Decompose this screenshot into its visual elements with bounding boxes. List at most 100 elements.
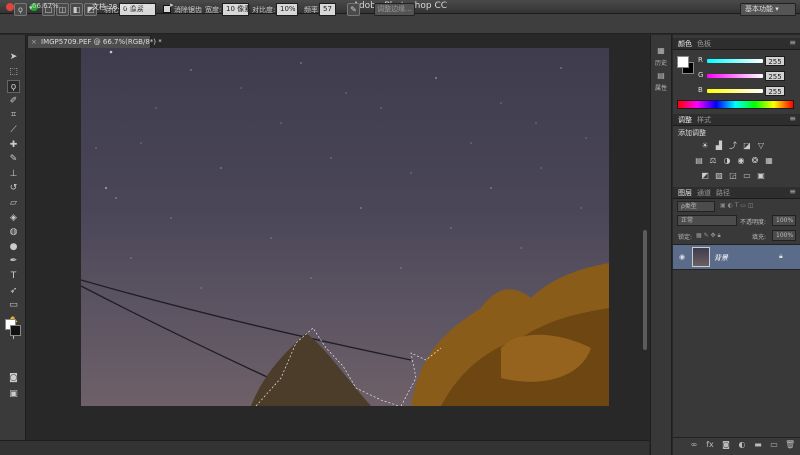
history-icon[interactable]: ▦: [655, 45, 667, 57]
red-channel-input[interactable]: 255: [765, 56, 785, 66]
layer-thumbnail: [692, 247, 710, 267]
link-layers-icon[interactable]: ∞: [689, 440, 699, 450]
layer-lock-icon: 🔒︎: [779, 252, 783, 260]
panel-menu-icon[interactable]: ≡: [789, 114, 796, 123]
photo-filter-icon[interactable]: ◉: [736, 156, 746, 166]
lasso-tool-icon[interactable]: ϙ: [7, 80, 20, 93]
photo-canvas[interactable]: [81, 48, 609, 406]
curves-icon[interactable]: ⤴: [728, 141, 738, 151]
selective-color-icon[interactable]: ▣: [756, 171, 766, 181]
document-tab[interactable]: × IMGP5709.PEF @ 66.7%(RGB/8*) *: [27, 35, 162, 48]
contrast-label: 对比度:: [252, 6, 276, 14]
color-lookup-icon[interactable]: ▦: [764, 156, 774, 166]
frequency-input[interactable]: 57: [319, 3, 336, 16]
color-balance-icon[interactable]: ⚖: [708, 156, 718, 166]
opacity-label: 不透明度:: [740, 219, 767, 226]
black-white-icon[interactable]: ◑: [722, 156, 732, 166]
new-layer-icon[interactable]: ▭: [769, 440, 779, 450]
fill-input[interactable]: 100%: [772, 230, 796, 241]
red-channel-slider[interactable]: [707, 59, 763, 63]
rectangle-tool-icon[interactable]: ▭: [7, 299, 20, 312]
subtract-selection-icon[interactable]: ◧: [70, 3, 83, 16]
panel-menu-icon[interactable]: ≡: [789, 187, 796, 196]
foreground-swatch[interactable]: [677, 56, 689, 68]
blue-channel-input[interactable]: 255: [765, 86, 785, 96]
width-input[interactable]: 10 像素: [222, 3, 251, 16]
contrast-input[interactable]: 10%: [276, 3, 298, 16]
crop-tool-icon[interactable]: ⌗: [7, 109, 20, 122]
channel-mixer-icon[interactable]: ❂: [750, 156, 760, 166]
dodge-tool-icon[interactable]: ●: [7, 241, 20, 254]
close-icon[interactable]: ×: [31, 36, 37, 48]
eyedropper-tool-icon[interactable]: ⟋: [7, 124, 20, 137]
layer-mask-icon[interactable]: ◙: [721, 440, 731, 450]
screen-mode-icon[interactable]: ▣: [7, 388, 20, 401]
tree-foliage: [251, 263, 609, 406]
exposure-icon[interactable]: ◪: [742, 141, 752, 151]
background-color-swatch[interactable]: [10, 325, 21, 336]
green-channel-slider[interactable]: [707, 74, 763, 78]
pen-tool-icon[interactable]: ✒: [7, 255, 20, 268]
healing-brush-tool-icon[interactable]: ✚: [7, 139, 20, 152]
chevron-down-icon: ▾: [775, 5, 779, 13]
color-spectrum-ramp[interactable]: [677, 100, 794, 109]
visibility-eye-icon[interactable]: ◉: [679, 253, 685, 261]
status-menu-arrow-icon[interactable]: ▸: [170, 1, 174, 9]
layer-name[interactable]: 背景: [714, 253, 728, 263]
workspace-select[interactable]: 基本功能 ▾: [740, 3, 796, 16]
delete-layer-icon[interactable]: 🗑︎: [785, 440, 795, 450]
path-selection-tool-icon[interactable]: ➶: [7, 285, 20, 298]
marquee-tool-icon[interactable]: ⬚: [7, 66, 20, 79]
opacity-input[interactable]: 100%: [772, 215, 796, 226]
paint-bucket-tool-icon[interactable]: ◈: [7, 212, 20, 225]
tab-paths[interactable]: 路径: [716, 188, 730, 198]
tab-channels[interactable]: 通道: [697, 188, 711, 198]
layers-panel-header: 图层 通道 路径 ≡: [673, 187, 800, 199]
document-info: 文档:28.8M/28.8M: [92, 3, 154, 11]
invert-icon[interactable]: ◩: [700, 171, 710, 181]
lock-icons[interactable]: ▦ ✎ ✥ 🔒︎: [696, 232, 721, 240]
options-bar: [0, 14, 800, 34]
new-group-icon[interactable]: ▬: [753, 440, 763, 450]
fill-label: 填充:: [752, 234, 767, 241]
green-channel-label: G: [698, 71, 704, 79]
brightness-contrast-icon[interactable]: ☀: [700, 141, 710, 151]
quick-mask-icon[interactable]: ◙: [7, 372, 20, 385]
eraser-tool-icon[interactable]: ▱: [7, 197, 20, 210]
history-brush-tool-icon[interactable]: ↺: [7, 182, 20, 195]
quick-selection-tool-icon[interactable]: ✐: [7, 95, 20, 108]
tab-swatches[interactable]: 色板: [697, 39, 711, 49]
panel-menu-icon[interactable]: ≡: [789, 38, 796, 47]
magnetic-lasso-tool-icon[interactable]: ϙ: [14, 3, 27, 16]
posterize-icon[interactable]: ▨: [714, 171, 724, 181]
properties-icon[interactable]: ▤: [655, 70, 667, 82]
tab-styles[interactable]: 样式: [697, 115, 711, 125]
layer-style-icon[interactable]: fx: [705, 440, 715, 450]
blur-tool-icon[interactable]: ◍: [7, 226, 20, 239]
blend-mode-select[interactable]: 正常: [677, 215, 737, 226]
move-tool-icon[interactable]: ➤: [7, 51, 20, 64]
vertical-scrollbar[interactable]: [643, 230, 647, 350]
refine-edge-button[interactable]: 调整边缘...: [374, 3, 415, 16]
tab-adjustments[interactable]: 调整: [678, 115, 692, 125]
hue-saturation-icon[interactable]: ▤: [694, 156, 704, 166]
vibrance-icon[interactable]: ▽: [756, 141, 766, 151]
levels-icon[interactable]: ▟: [714, 141, 724, 151]
blue-channel-label: B: [698, 86, 703, 94]
filter-icons[interactable]: ▣ ◐ T ▭ ◫: [720, 202, 754, 209]
tab-color[interactable]: 颜色: [678, 39, 692, 49]
threshold-icon[interactable]: ◲: [728, 171, 738, 181]
stars: [95, 50, 587, 289]
layer-filter-select[interactable]: ρ类型: [677, 201, 715, 212]
tab-layers[interactable]: 图层: [678, 188, 692, 198]
pen-pressure-icon[interactable]: ✎: [347, 3, 360, 16]
type-tool-icon[interactable]: T: [7, 270, 20, 283]
adjustment-layer-icon[interactable]: ◐: [737, 440, 747, 450]
clone-stamp-tool-icon[interactable]: ⊥: [7, 168, 20, 181]
green-channel-input[interactable]: 255: [765, 71, 785, 81]
brush-tool-icon[interactable]: ✎: [7, 153, 20, 166]
adjustments-title: 添加调整: [678, 129, 706, 137]
blue-channel-slider[interactable]: [707, 89, 763, 93]
zoom-level[interactable]: 66.67%: [32, 2, 59, 10]
gradient-map-icon[interactable]: ▭: [742, 171, 752, 181]
